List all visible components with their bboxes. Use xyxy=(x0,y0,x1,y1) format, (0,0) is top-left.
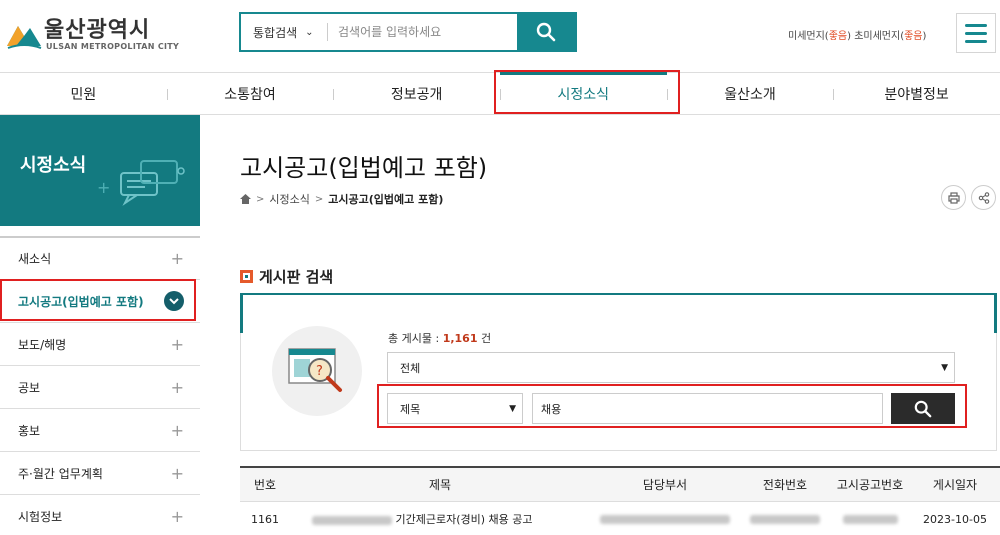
sidebar-item-label: 홍보 xyxy=(18,423,41,438)
gnb-item-info[interactable]: 정보공개 xyxy=(333,73,500,114)
search-scope-select[interactable]: 통합검색 ⌄ xyxy=(241,14,327,50)
page-title: 고시공고(입법예고 포함) xyxy=(240,154,488,182)
gnb-item-about[interactable]: 울산소개 xyxy=(666,73,834,114)
sidebar-title: 시정소식 xyxy=(20,155,87,176)
col-phone: 전화번호 xyxy=(762,478,808,492)
logo-text: 울산광역시 xyxy=(44,18,151,43)
highlight-box xyxy=(0,279,196,321)
category-select[interactable]: 전체 ▼ xyxy=(387,352,955,383)
section-title-text: 게시판 검색 xyxy=(259,268,334,286)
plus-icon: + xyxy=(170,506,184,526)
table-header: 번호 제목 담당부서 전화번호 고시공고번호 게시일자 xyxy=(240,466,1000,502)
row-dept xyxy=(590,513,740,526)
notice-table: 번호 제목 담당부서 전화번호 고시공고번호 게시일자 1161 기간제근로자(… xyxy=(240,466,1000,535)
plus-icon: + xyxy=(170,249,184,268)
gnb-item-fields[interactable]: 분야별정보 xyxy=(833,73,1000,114)
chevron-down-icon: ▼ xyxy=(941,362,948,373)
total-unit: 건 xyxy=(477,332,492,345)
section-bullet-icon xyxy=(240,270,253,283)
total-number: 1,161 xyxy=(442,332,478,345)
sidebar-item-label: 공보 xyxy=(18,380,41,395)
redacted-text xyxy=(600,515,730,524)
chevron-right-icon: > xyxy=(256,193,265,205)
col-no: 번호 xyxy=(253,478,277,492)
hamburger-line xyxy=(965,39,987,43)
home-icon[interactable] xyxy=(240,194,251,204)
all-menu-button[interactable] xyxy=(956,13,996,53)
plus-icon: + xyxy=(170,463,184,483)
search-button[interactable] xyxy=(517,14,575,50)
row-no: 1161 xyxy=(251,512,279,526)
search-icon xyxy=(536,22,556,42)
gnb-item-civil[interactable]: 민원 xyxy=(0,73,167,114)
highlight-box xyxy=(494,70,680,114)
redacted-text xyxy=(750,515,820,524)
speech-bubble-icon: + xyxy=(97,160,185,206)
table-row[interactable]: 1161 기간제근로자(경비) 채용 공고 2023-10-05 xyxy=(240,502,1000,535)
col-title: 제목 xyxy=(428,478,452,492)
row-title-text: 기간제근로자(경비) 채용 공고 xyxy=(395,513,533,526)
sidebar-item-label: 새소식 xyxy=(18,252,52,266)
sidebar-item-gazette[interactable]: 공보 + xyxy=(0,365,200,408)
magnifier-document-icon: ? xyxy=(288,348,342,392)
col-dept: 담당부서 xyxy=(642,478,688,492)
section-title: 게시판 검색 xyxy=(240,266,333,287)
chevron-down-icon: ⌄ xyxy=(305,26,314,38)
sidebar-item-exam[interactable]: 시험정보 + xyxy=(0,494,200,535)
svg-text:+: + xyxy=(97,178,110,197)
col-notice-no: 고시공고번호 xyxy=(836,478,904,492)
category-select-value: 전체 xyxy=(400,361,421,375)
breadcrumb-current: 고시공고(입법예고 포함) xyxy=(328,193,444,206)
pm10-label: 미세먼지( xyxy=(788,31,829,42)
redacted-text xyxy=(312,515,392,525)
city-logo[interactable]: 울산광역시 ULSAN METROPOLITAN CITY xyxy=(4,8,179,58)
print-icon xyxy=(947,191,960,204)
print-button[interactable] xyxy=(941,185,966,210)
air-close: ) xyxy=(922,31,927,42)
redacted-text xyxy=(842,515,898,524)
search-input[interactable] xyxy=(328,14,517,50)
chevron-right-icon: > xyxy=(314,193,324,205)
sidebar-header: 시정소식 + xyxy=(0,115,200,226)
sidebar-item-news[interactable]: 새소식 + xyxy=(0,236,200,279)
plus-icon: + xyxy=(170,420,184,440)
sidebar-item-promotion[interactable]: 홍보 + xyxy=(0,408,200,451)
sidebar-item-press[interactable]: 보도/해명 + xyxy=(0,322,200,365)
highlight-box xyxy=(377,384,967,428)
global-search: 통합검색 ⌄ xyxy=(239,12,577,52)
share-button[interactable] xyxy=(971,185,996,210)
sidebar-item-label: 시험정보 xyxy=(18,509,63,524)
sidebar-item-plan[interactable]: 주·월간 업무계획 + xyxy=(0,451,200,494)
col-date: 게시일자 xyxy=(932,478,978,492)
hamburger-icon xyxy=(965,23,987,27)
breadcrumb-item[interactable]: 시정소식 xyxy=(269,191,309,207)
gnb-item-participation[interactable]: 소통참여 xyxy=(166,73,334,114)
total-label: 총 게시물 : xyxy=(388,332,443,345)
header: 울산광역시 ULSAN METROPOLITAN CITY 통합검색 ⌄ 미세먼… xyxy=(0,0,1000,72)
search-scope-label: 통합검색 xyxy=(253,25,298,40)
hamburger-line xyxy=(965,31,987,35)
pm25-value: 좋음 xyxy=(904,31,923,42)
logo-subtitle: ULSAN METROPOLITAN CITY xyxy=(46,42,180,51)
row-date: 2023-10-05 xyxy=(923,512,987,526)
sidebar-item-label: 주·월간 업무계획 xyxy=(18,466,103,481)
row-title[interactable]: 기간제근로자(경비) 채용 공고 xyxy=(290,511,590,527)
sidebar-item-label: 보도/해명 xyxy=(18,337,67,352)
share-icon xyxy=(978,191,989,204)
svg-text:?: ? xyxy=(316,364,323,379)
total-count: 총 게시물 : 1,161 건 xyxy=(388,330,491,346)
plus-icon: + xyxy=(170,377,184,397)
pm10-value: 좋음 xyxy=(828,31,848,42)
row-phone xyxy=(740,513,830,526)
breadcrumb: > 시정소식 > 고시공고(입법예고 포함) xyxy=(240,191,443,207)
air-quality-status: 미세먼지(좋음) 초미세먼지(좋음) xyxy=(788,27,926,42)
search-illustration: ? xyxy=(272,326,362,416)
pm25-label: ) 초미세먼지( xyxy=(847,31,905,42)
logo-mark-icon xyxy=(7,26,42,49)
plus-icon: + xyxy=(170,334,184,354)
row-notice-no xyxy=(830,513,910,526)
